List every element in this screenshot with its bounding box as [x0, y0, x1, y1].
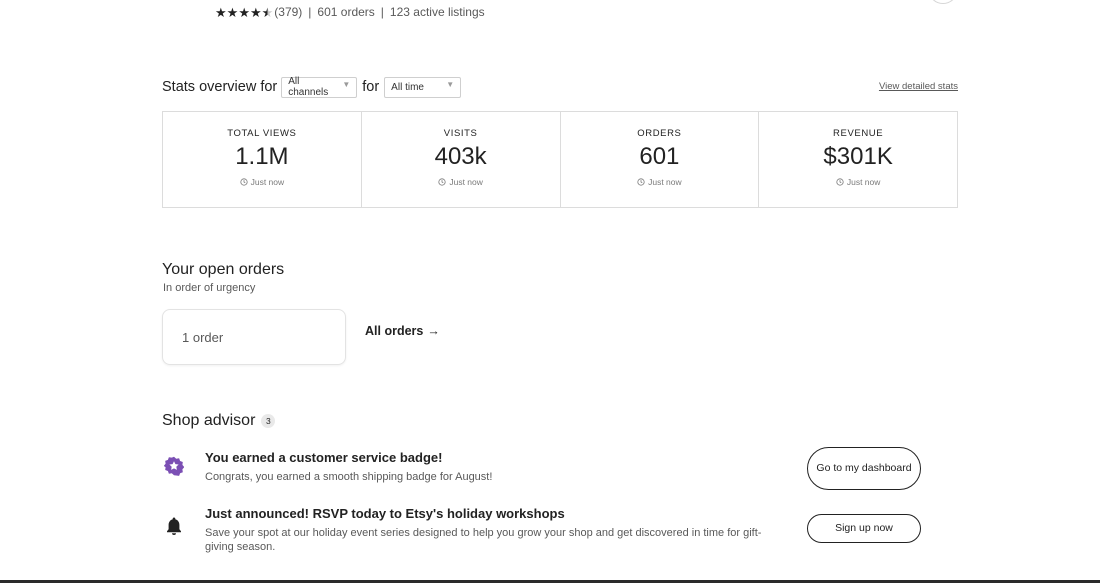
- star-icon: ★: [249, 4, 262, 20]
- advisor-item-description: Save your spot at our holiday event seri…: [205, 527, 762, 553]
- sign-up-now-button[interactable]: Sign up now: [807, 514, 921, 543]
- open-orders-card[interactable]: 1 order: [162, 309, 346, 365]
- advisor-item-description: Congrats, you earned a smooth shipping b…: [205, 471, 493, 483]
- stat-total-views[interactable]: TOTAL VIEWS 1.1M Just now: [163, 112, 362, 207]
- view-detailed-stats-link[interactable]: View detailed stats: [879, 81, 958, 92]
- stat-label: TOTAL VIEWS: [227, 128, 297, 139]
- badge-star-icon: [164, 456, 184, 476]
- divider: |: [380, 5, 384, 19]
- star-icon: ★: [238, 4, 250, 20]
- time-range-select-value: All time: [391, 81, 424, 93]
- star-icon: ★: [215, 4, 227, 20]
- clock-icon: [637, 178, 645, 186]
- shop-advisor-count-badge: 3: [261, 414, 276, 428]
- open-orders-count: 1 order: [182, 329, 224, 345]
- stats-overview-card: TOTAL VIEWS 1.1M Just now VISITS 403k Ju…: [162, 111, 958, 208]
- stat-updated-text: Just now: [250, 177, 285, 187]
- go-to-dashboard-button[interactable]: Go to my dashboard: [807, 447, 921, 490]
- channel-select[interactable]: All channels ▼: [281, 76, 358, 98]
- caret-down-icon: ▼: [342, 79, 351, 89]
- clock-icon: [438, 178, 446, 186]
- stat-updated: Just now: [362, 177, 560, 187]
- caret-down-icon: ▼: [446, 79, 455, 89]
- stat-label: VISITS: [443, 128, 478, 139]
- rating-stars: ★ ★ ★ ★ ★: [215, 6, 273, 19]
- bell-icon: [167, 517, 181, 535]
- stat-value: $301K: [823, 143, 893, 170]
- clock-icon: [239, 178, 248, 186]
- stat-updated-text: Just now: [846, 177, 881, 187]
- stats-overview-title: Stats overview for: [162, 79, 278, 95]
- shop-summary: ★ ★ ★ ★ ★ (379) | 601 orders | 123 activ…: [215, 5, 485, 19]
- stat-updated-text: Just now: [648, 177, 682, 187]
- advisor-item-title: Just announced! RSVP today to Etsy's hol…: [205, 506, 565, 521]
- stat-label: REVENUE: [833, 128, 884, 139]
- arrow-right-icon: →: [427, 324, 440, 338]
- stats-overview-header: Stats overview for All channels ▼ for Al…: [162, 76, 958, 98]
- stat-visits[interactable]: VISITS 403k Just now: [362, 112, 561, 207]
- stat-value: 1.1M: [235, 143, 289, 170]
- all-orders-link[interactable]: All orders →: [365, 324, 440, 338]
- divider: |: [308, 5, 312, 19]
- all-orders-label: All orders: [365, 324, 424, 338]
- stat-value: 601: [639, 143, 680, 170]
- advisor-item-title: You earned a customer service badge!: [205, 450, 443, 465]
- stat-updated: Just now: [759, 177, 957, 187]
- stat-updated: Just now: [561, 177, 759, 187]
- active-listings: 123 active listings: [389, 5, 485, 19]
- open-orders-subtitle: In order of urgency: [163, 282, 256, 294]
- orders-count: 601 orders: [317, 5, 375, 19]
- star-icon: ★: [226, 4, 239, 20]
- avatar[interactable]: [928, 0, 958, 4]
- stat-label: ORDERS: [637, 128, 682, 139]
- open-orders-title: Your open orders: [162, 261, 285, 278]
- review-count[interactable]: (379): [274, 5, 302, 19]
- for-label: for: [362, 79, 380, 95]
- clock-icon: [836, 178, 844, 186]
- stat-updated: Just now: [163, 177, 361, 187]
- time-range-select[interactable]: All time ▼: [384, 76, 462, 98]
- stat-value: 403k: [434, 143, 487, 170]
- shop-advisor-title-text: Shop advisor: [162, 412, 256, 429]
- stat-updated-text: Just now: [449, 177, 483, 187]
- half-star-icon: ★: [261, 4, 274, 20]
- shop-advisor-title: Shop advisor 3: [162, 412, 276, 430]
- stat-orders[interactable]: ORDERS 601 Just now: [561, 112, 760, 207]
- channel-select-value: All channels: [288, 76, 329, 98]
- stat-revenue[interactable]: REVENUE $301K Just now: [759, 112, 957, 207]
